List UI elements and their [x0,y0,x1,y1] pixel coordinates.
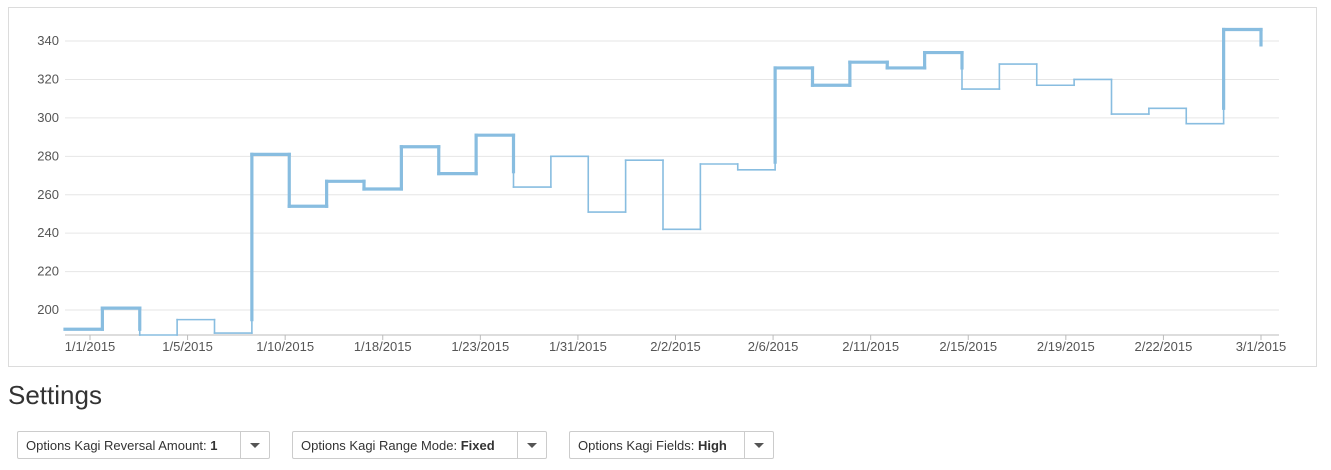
kagi-fields-text: Options Kagi Fields: High [570,438,735,453]
x-tick-label: 2/15/2015 [939,339,997,354]
chevron-down-icon [754,442,764,448]
reversal-amount-text: Options Kagi Reversal Amount: 1 [18,438,226,453]
kagi-chart: 200 220 240 260 280 300 320 340 1/1/2015 1/5/2015… [37,27,1287,354]
x-tick-label: 1/10/2015 [256,339,314,354]
y-tick-label: 320 [37,71,59,86]
x-tick-label: 1/31/2015 [549,339,607,354]
y-tick-label: 340 [37,33,59,48]
reversal-amount-value: 1 [210,437,218,453]
chart-panel: 200 220 240 260 280 300 320 340 1/1/2015 1/5/2015… [8,7,1317,367]
reversal-amount-select[interactable]: Options Kagi Reversal Amount: 1 [17,431,270,459]
chevron-down-icon [527,442,537,448]
kagi-fields-dropdown-button[interactable] [744,432,773,458]
chevron-down-icon [250,442,260,448]
x-tick-label: 1/23/2015 [451,339,509,354]
y-tick-label: 240 [37,225,59,240]
settings-title: Settings [8,380,102,410]
y-tick-label: 300 [37,110,59,125]
range-mode-text: Options Kagi Range Mode: Fixed [293,438,503,453]
range-mode-dropdown-button[interactable] [517,432,546,458]
x-tick-label: 2/2/2015 [650,339,701,354]
reversal-amount-dropdown-button[interactable] [240,432,269,458]
x-tick-label: 3/1/2015 [1236,339,1287,354]
range-mode-label: Options Kagi Range Mode: [301,437,461,453]
x-tick-label: 1/5/2015 [162,339,213,354]
range-mode-value: Fixed [460,437,495,453]
y-tick-label: 220 [37,264,59,279]
x-tick-label: 2/22/2015 [1134,339,1192,354]
kagi-fields-value: High [697,437,727,453]
y-tick-label: 200 [37,302,59,317]
x-tick-label: 2/11/2015 [842,339,899,354]
x-tick-label: 1/18/2015 [354,339,412,354]
x-tick-label: 1/1/2015 [65,339,116,354]
x-tick-label: 2/6/2015 [748,339,799,354]
x-tick-label: 2/19/2015 [1037,339,1095,354]
y-tick-label: 280 [37,148,59,163]
y-tick-label: 260 [37,187,59,202]
kagi-fields-label: Options Kagi Fields: [578,437,698,453]
kagi-fields-select[interactable]: Options Kagi Fields: High [569,431,774,459]
reversal-amount-label: Options Kagi Reversal Amount: [26,437,211,453]
range-mode-select[interactable]: Options Kagi Range Mode: Fixed [292,431,547,459]
